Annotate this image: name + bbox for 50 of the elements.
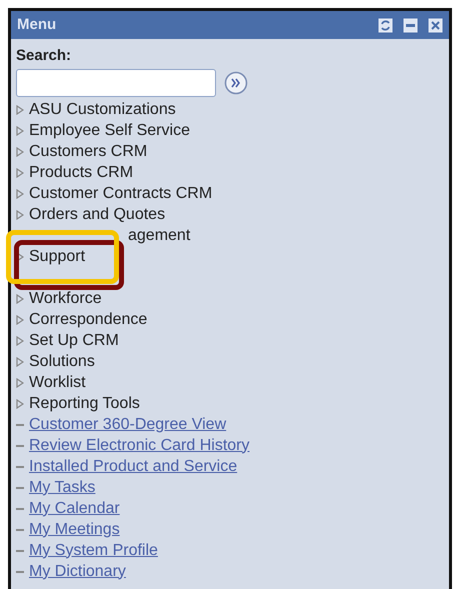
menu-folder[interactable]: Reporting Tools	[29, 392, 140, 416]
menu-folder[interactable]: Correspondence	[29, 308, 148, 332]
triangle-icon	[16, 356, 24, 366]
triangle-icon	[16, 252, 24, 262]
go-icon[interactable]	[224, 71, 248, 95]
dash-icon	[16, 550, 24, 552]
dash-icon	[16, 508, 24, 510]
search-field[interactable]	[16, 69, 216, 97]
triangle-icon	[16, 188, 24, 198]
triangle-icon	[16, 210, 24, 220]
menu-link[interactable]: Customer 360-Degree View	[29, 412, 226, 436]
menu-link[interactable]: My Meetings	[29, 518, 120, 542]
search-label: Search:	[16, 46, 72, 66]
menu-link[interactable]: Review Electronic Card History	[29, 434, 250, 458]
menu-folder[interactable]: Customers CRM	[29, 140, 148, 164]
dash-icon	[16, 424, 24, 426]
triangle-icon	[16, 378, 24, 388]
dash-icon	[16, 528, 24, 530]
dash-icon	[16, 570, 24, 572]
triangle-icon	[16, 146, 24, 156]
menu-folder[interactable]: ASU Customizations	[29, 98, 176, 122]
menu-folder[interactable]: Support	[29, 244, 86, 268]
menu-folder[interactable]: Set Up CRM	[29, 328, 119, 352]
dash-icon	[16, 486, 24, 488]
close-icon[interactable]	[428, 18, 443, 32]
menu-folder[interactable]: Products CRM	[29, 160, 134, 184]
menu-link[interactable]: My Tasks	[29, 476, 96, 500]
menu-folder[interactable]: Orders and Quotes	[29, 202, 166, 226]
triangle-icon	[16, 104, 24, 114]
menu-link[interactable]: My Dictionary	[29, 560, 126, 584]
triangle-icon	[16, 336, 24, 346]
menu-folder[interactable]: Solutions	[29, 350, 95, 374]
triangle-icon	[16, 314, 24, 324]
dash-icon	[16, 444, 24, 446]
dash-icon	[16, 466, 24, 468]
triangle-icon	[16, 168, 24, 178]
menu-link[interactable]: My Calendar	[29, 496, 120, 520]
menu-folder[interactable]: agement	[128, 224, 190, 248]
menu-folder[interactable]: Workforce	[29, 286, 102, 310]
menu-folder[interactable]: Customer Contracts CRM	[29, 182, 212, 206]
menu-folder[interactable]: Worklist	[29, 370, 86, 394]
menu-folder[interactable]: Employee Self Service	[29, 118, 190, 142]
triangle-icon	[16, 398, 24, 408]
refresh-icon[interactable]	[378, 18, 393, 32]
triangle-icon	[16, 126, 24, 136]
menu-link[interactable]: My System Profile	[29, 538, 158, 562]
minimize-icon[interactable]	[403, 18, 418, 32]
triangle-icon	[16, 294, 24, 304]
menu-link[interactable]: Installed Product and Service	[29, 454, 238, 478]
window-title: Menu	[17, 14, 56, 35]
